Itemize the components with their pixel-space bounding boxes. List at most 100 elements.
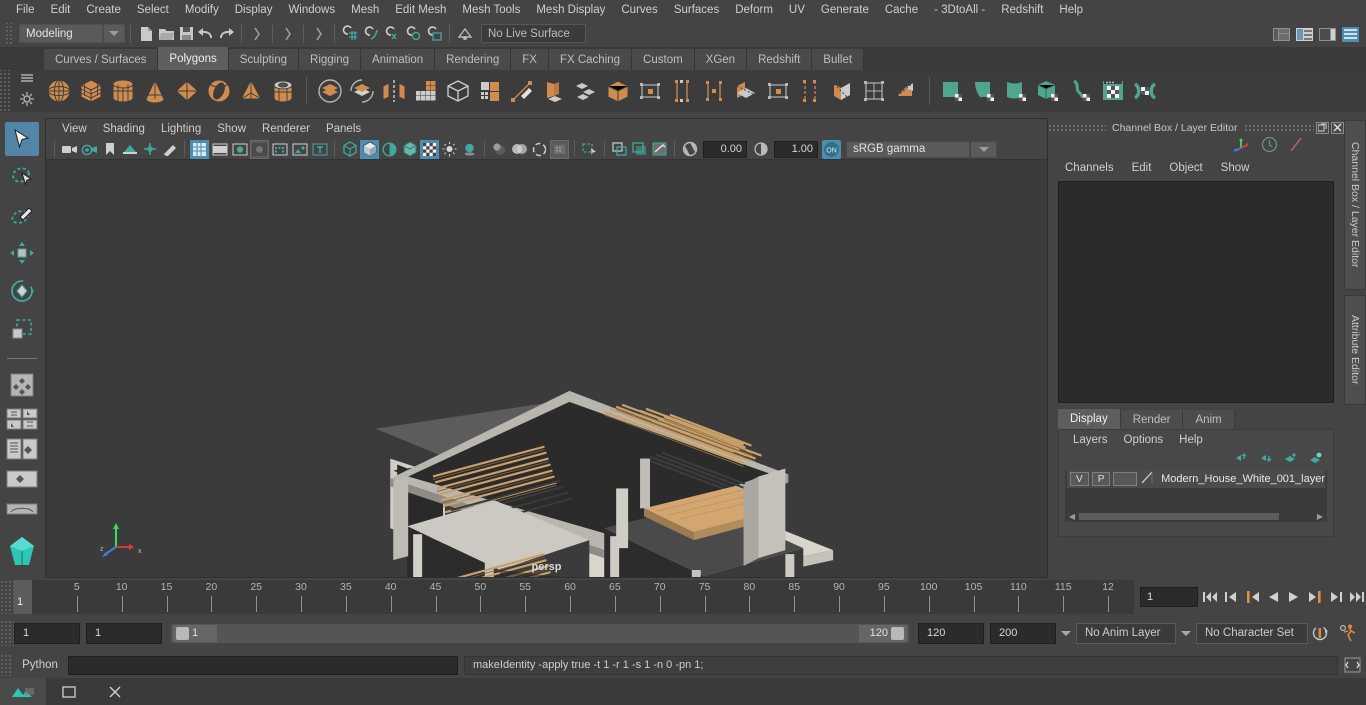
move-layer-up-icon[interactable] <box>1233 452 1248 467</box>
uv-cut-icon[interactable] <box>1130 73 1160 109</box>
menu-edit[interactable]: Edit <box>43 1 79 19</box>
shelf-settings-icon[interactable] <box>20 92 34 109</box>
viewport-menu-renderer[interactable]: Renderer <box>254 121 318 137</box>
use-all-lights-icon[interactable] <box>440 140 459 159</box>
shelf-tab-rigging[interactable]: Rigging <box>299 49 362 70</box>
menu-file[interactable]: File <box>8 1 43 19</box>
menu-modify[interactable]: Modify <box>177 1 227 19</box>
step-forward-keyframe-icon[interactable] <box>1327 587 1345 607</box>
boolean-difference-icon[interactable] <box>347 73 377 109</box>
combine-icon[interactable] <box>411 73 441 109</box>
polygon-pipe-icon[interactable] <box>268 73 298 109</box>
image-plane-icon[interactable] <box>120 140 139 159</box>
range-slider-grip[interactable] <box>0 620 14 646</box>
command-input[interactable] <box>68 655 458 675</box>
shelf-tab-xgen[interactable]: XGen <box>694 49 748 70</box>
save-scene-icon[interactable] <box>176 24 196 44</box>
playback-speed-dropdown-arrow[interactable] <box>1056 630 1076 636</box>
shaded-wireframe-icon[interactable] <box>380 140 399 159</box>
step-forward-frame-icon[interactable] <box>1306 587 1324 607</box>
menu-mesh-tools[interactable]: Mesh Tools <box>454 1 528 19</box>
new-scene-icon[interactable] <box>136 24 156 44</box>
make-live-icon[interactable] <box>455 24 475 44</box>
snap-to-grid-icon[interactable] <box>340 24 360 44</box>
shelf-tab-bullet[interactable]: Bullet <box>812 49 865 70</box>
range-bar[interactable]: 1 120 <box>170 622 910 644</box>
character-set-select[interactable]: No Character Set <box>1196 622 1308 644</box>
redo-icon[interactable] <box>216 24 236 44</box>
menu-redshift[interactable]: Redshift <box>993 1 1051 19</box>
vertical-tab-channel-box[interactable]: Channel Box / Layer Editor <box>1344 120 1366 290</box>
minimize-icon[interactable] <box>46 678 92 705</box>
go-to-end-icon[interactable] <box>1348 587 1366 607</box>
lasso-select-tool[interactable] <box>5 160 39 194</box>
motion-blur-icon[interactable] <box>510 140 529 159</box>
command-language-label[interactable]: Python <box>12 659 68 671</box>
color-management-dropdown-arrow[interactable] <box>971 140 997 158</box>
new-layer-icon[interactable] <box>1283 452 1298 467</box>
layer-row[interactable]: V P Modern_House_White_001_layer <box>1067 470 1325 488</box>
script-editor-icon[interactable] <box>1342 655 1362 675</box>
command-line-grip[interactable] <box>0 654 12 676</box>
go-to-start-icon[interactable] <box>1201 587 1219 607</box>
select-by-component-icon[interactable] <box>309 24 329 44</box>
close-icon[interactable] <box>1331 121 1344 134</box>
channel-box-list[interactable] <box>1058 181 1334 403</box>
menuset-selector[interactable]: Modeling <box>19 24 103 43</box>
shelf-tab-redshift[interactable]: Redshift <box>747 49 813 70</box>
color-management-select[interactable]: sRGB gamma <box>846 140 970 158</box>
channel-box-menu-show[interactable]: Show <box>1212 160 1259 176</box>
insert-edge-loop-icon[interactable] <box>731 73 761 109</box>
menu-uv[interactable]: UV <box>781 1 813 19</box>
viewport-textured-toggle-icon[interactable] <box>650 140 669 159</box>
scroll-left-icon[interactable]: ◀ <box>1067 512 1077 521</box>
snap-to-view-plane-icon[interactable] <box>424 24 444 44</box>
panel-grip-left[interactable] <box>1048 123 1106 132</box>
layer-list[interactable]: V P Modern_House_White_001_layer ◀ ▶ <box>1065 470 1327 522</box>
channel-box-menu-channels[interactable]: Channels <box>1056 160 1123 176</box>
viewport-menu-panels[interactable]: Panels <box>318 121 369 137</box>
start-time-field[interactable]: 1 <box>14 622 80 644</box>
clock-icon[interactable] <box>1261 136 1278 156</box>
maya-app-icon[interactable] <box>0 678 46 705</box>
menu-surfaces[interactable]: Surfaces <box>666 1 727 19</box>
step-back-frame-icon[interactable] <box>1243 587 1261 607</box>
wireframe-icon[interactable] <box>340 140 359 159</box>
panel-grip-right[interactable] <box>1243 123 1314 132</box>
offset-edge-loop-icon[interactable] <box>763 73 793 109</box>
menu-windows[interactable]: Windows <box>280 1 343 19</box>
menu-create[interactable]: Create <box>78 1 129 19</box>
range-left-handle[interactable]: 1 <box>173 624 217 642</box>
menu-select[interactable]: Select <box>129 1 177 19</box>
smooth-shade-all-icon[interactable] <box>360 139 379 159</box>
make-the-nurbs-icon[interactable] <box>827 73 857 109</box>
gate-mask-icon[interactable] <box>250 139 269 159</box>
menu-3dtoall[interactable]: - 3DtoAll - <box>926 1 993 19</box>
axis-gizmo-icon[interactable] <box>1231 136 1251 157</box>
multisample-aa-icon[interactable] <box>530 140 549 159</box>
show-hide-channel-box-icon[interactable] <box>1340 24 1360 44</box>
polygon-torus-icon[interactable] <box>204 73 234 109</box>
smooth-icon[interactable] <box>443 73 473 109</box>
layer-color-swatch[interactable] <box>1140 470 1154 488</box>
select-tool[interactable] <box>5 122 39 156</box>
uv-layout-icon[interactable] <box>1066 73 1096 109</box>
bevel-icon[interactable] <box>539 73 569 109</box>
move-tool[interactable] <box>5 236 39 270</box>
select-by-hierarchy-icon[interactable] <box>247 24 267 44</box>
menu-mesh[interactable]: Mesh <box>343 1 387 19</box>
range-right-handle[interactable]: 120 <box>859 624 907 642</box>
channel-box-menu-edit[interactable]: Edit <box>1123 160 1161 176</box>
separate-icon[interactable] <box>475 73 505 109</box>
menu-mesh-display[interactable]: Mesh Display <box>528 1 613 19</box>
menu-deform[interactable]: Deform <box>727 1 781 19</box>
shelf-tab-polygons[interactable]: Polygons <box>158 47 229 70</box>
snap-to-point-icon[interactable] <box>382 24 402 44</box>
menu-help[interactable]: Help <box>1051 1 1091 19</box>
tool-box-preview-icon[interactable] <box>5 534 39 571</box>
undo-icon[interactable] <box>196 24 216 44</box>
layer-name[interactable]: Modern_House_White_001_layer <box>1161 473 1325 485</box>
viewport-menu-show[interactable]: Show <box>209 121 254 137</box>
xray-joints-icon[interactable] <box>610 140 629 159</box>
isolate-select-icon[interactable] <box>550 139 569 159</box>
